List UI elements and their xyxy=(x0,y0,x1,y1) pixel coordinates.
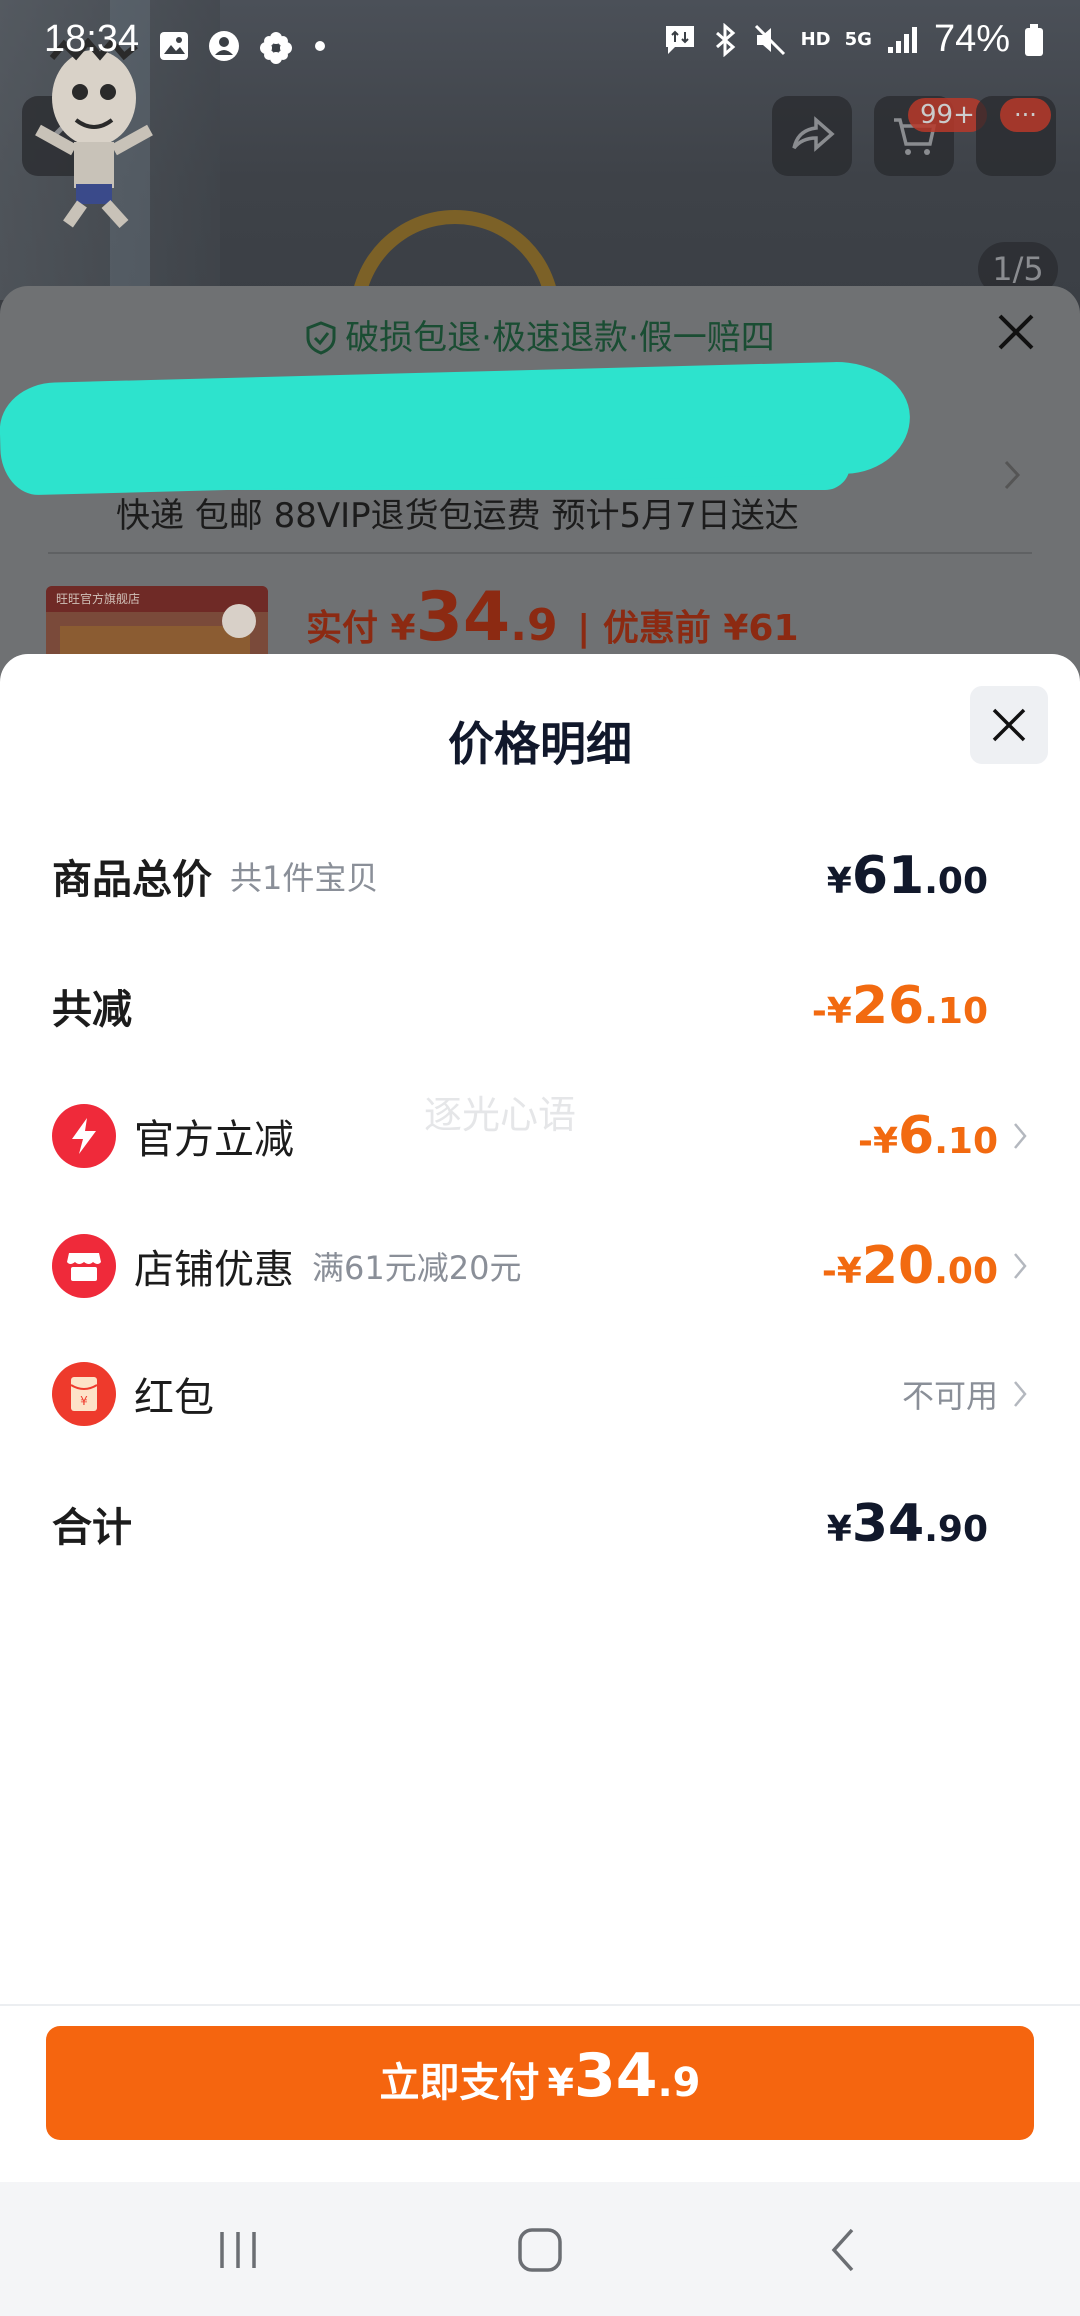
row-sub: 满61元减20元 xyxy=(312,1249,522,1287)
actual-pay-int: 34 xyxy=(415,578,511,657)
home-icon[interactable] xyxy=(516,2226,564,2274)
hd-indicator: HD xyxy=(800,29,831,50)
row-total: 合计 ¥34.90 xyxy=(52,1484,1028,1564)
close-icon[interactable] xyxy=(994,310,1038,354)
pay-button-amount: 34 xyxy=(573,2041,658,2111)
chevron-right-icon[interactable] xyxy=(1002,458,1022,492)
row-amount: -¥ 26.10 xyxy=(811,976,988,1036)
message-icon xyxy=(665,25,694,54)
before-discount: | 优惠前 ¥61 xyxy=(577,608,799,649)
row-label: 红包 xyxy=(134,1375,214,1421)
row-amount[interactable]: -¥ 6.10 xyxy=(858,1106,1028,1166)
bluetooth-icon xyxy=(715,22,735,57)
divider xyxy=(48,552,1032,554)
lightning-icon xyxy=(52,1104,116,1168)
recent-apps-icon[interactable] xyxy=(214,2226,262,2274)
row-amount: ¥61.00 xyxy=(826,846,988,906)
sheet-title: 价格明细 xyxy=(448,717,632,771)
row-label: 共减 xyxy=(52,987,132,1033)
row-amount[interactable]: -¥ 20.00 xyxy=(822,1236,1028,1296)
shield-icon xyxy=(305,321,337,364)
guarantee-text: 破损包退·极速退款·假一赔四 xyxy=(345,318,775,358)
share-button[interactable] xyxy=(772,96,852,176)
battery-icon xyxy=(1025,23,1043,56)
menu-badge: ··· xyxy=(1000,98,1051,132)
flower-icon xyxy=(260,32,292,64)
watermark: 逐光心语 xyxy=(424,1093,577,1137)
notification-icons xyxy=(158,30,328,66)
back-icon[interactable] xyxy=(820,2226,868,2274)
close-button[interactable] xyxy=(970,686,1048,764)
chevron-right-icon xyxy=(1014,1253,1027,1279)
svg-text:¥: ¥ xyxy=(80,1394,88,1408)
shipping-info: 快递 包邮 88VIP退货包运费 预计5月7日送达 xyxy=(116,496,799,536)
status-time: 18:34 xyxy=(44,18,140,60)
row-label: 合计 xyxy=(52,1505,132,1551)
mute-icon xyxy=(754,24,785,55)
chevron-right-icon xyxy=(1014,1381,1027,1407)
actual-pay-dec: .9 xyxy=(510,600,558,651)
dot-icon xyxy=(315,41,325,51)
actual-pay-label: 实付 ¥ xyxy=(306,608,416,649)
pay-now-button[interactable]: 立即支付 ¥ 34 .9 xyxy=(46,2026,1034,2140)
row-red-packet[interactable]: ¥ 红包 不可用 xyxy=(52,1354,1028,1434)
row-value[interactable]: 不可用 xyxy=(902,1371,1028,1417)
close-icon xyxy=(992,708,1026,742)
redaction-mark xyxy=(0,360,912,496)
gallery-icon xyxy=(160,32,188,60)
pay-button-yen: ¥ xyxy=(547,2061,574,2105)
store-tag: 旺旺官方旗舰店 xyxy=(56,592,141,606)
divider xyxy=(0,2004,1080,2006)
pay-button-label: 立即支付 xyxy=(379,2060,540,2106)
actual-pay-summary: 实付 ¥34.9 | 优惠前 ¥61 xyxy=(306,578,799,657)
guarantee-banner: 破损包退·极速退款·假一赔四 xyxy=(0,310,1080,364)
signal-icon xyxy=(887,26,917,53)
pay-button-decimal: .9 xyxy=(657,2060,701,2106)
battery-percent: 74% xyxy=(933,18,1010,60)
store-icon xyxy=(52,1234,116,1298)
chevron-right-icon xyxy=(1014,1123,1027,1149)
row-store-discount[interactable]: 店铺优惠 满61元减20元 -¥ 20.00 xyxy=(52,1226,1028,1306)
5g-indicator: 5G xyxy=(844,29,872,50)
row-sub: 共1件宝贝 xyxy=(230,859,379,897)
status-right-icons: HD 5G 74% xyxy=(663,18,1044,61)
row-label: 商品总价 xyxy=(52,857,212,903)
status-bar: 18:34 HD 5G 74% xyxy=(0,0,1080,76)
account-icon xyxy=(209,31,239,61)
row-label: 店铺优惠 xyxy=(134,1247,294,1293)
system-nav-bar xyxy=(0,2182,1080,2316)
row-total-discount: 共减 -¥ 26.10 xyxy=(52,966,1028,1046)
row-amount: ¥34.90 xyxy=(826,1494,988,1554)
row-label: 官方立减 xyxy=(134,1117,294,1163)
row-item-total: 商品总价 共1件宝贝 ¥61.00 xyxy=(52,836,1028,916)
red-packet-icon: ¥ xyxy=(52,1362,116,1426)
